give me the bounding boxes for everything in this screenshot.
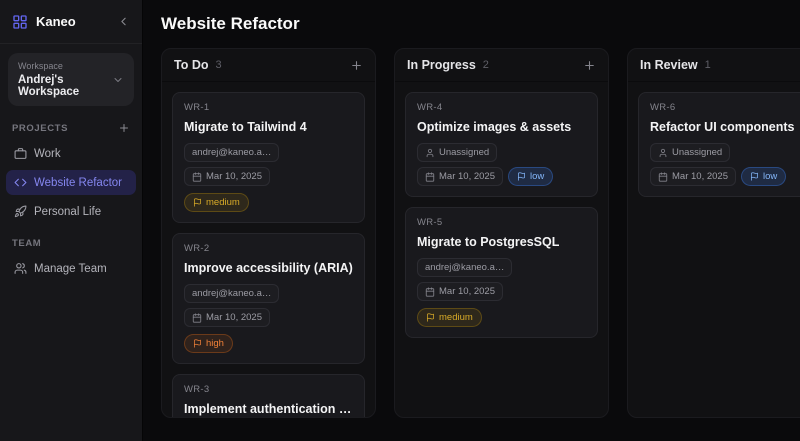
sidebar-item-label: Personal Life [34, 206, 101, 218]
sidebar-item-label: Work [34, 148, 61, 160]
sidebar-item-personal-life[interactable]: Personal Life [6, 199, 136, 224]
calendar-icon [192, 172, 202, 182]
flag-icon [193, 339, 202, 348]
due-date-chip: Mar 10, 2025 [417, 282, 503, 301]
flag-icon [426, 313, 435, 322]
user-icon [658, 148, 668, 158]
column-header: In Progress 2 [395, 49, 608, 82]
task-title: Improve accessibility (ARIA) [184, 261, 353, 275]
app-window: Kaneo Workspace Andrej's Workspace PROJE… [0, 0, 800, 441]
briefcase-icon [14, 147, 27, 160]
workspace-selector[interactable]: Workspace Andrej's Workspace [8, 53, 134, 106]
task-id: WR-3 [184, 384, 353, 395]
flag-icon [193, 198, 202, 207]
calendar-icon [658, 172, 668, 182]
column-name: In Progress [407, 58, 476, 72]
calendar-icon [425, 287, 435, 297]
column-count: 3 [215, 59, 221, 71]
assignee-chip: Unassigned [417, 143, 497, 162]
task-title: Migrate to Tailwind 4 [184, 120, 353, 134]
task-title: Implement authentication … [184, 402, 353, 416]
task-id: WR-5 [417, 217, 586, 228]
team-section-header: TEAM [0, 226, 142, 254]
priority-badge: medium [417, 308, 482, 327]
column-body: WR-4 Optimize images & assets Unassigned… [395, 82, 608, 348]
column-name: In Review [640, 58, 698, 72]
task-card[interactable]: WR-4 Optimize images & assets Unassigned… [405, 92, 598, 197]
team-label: TEAM [12, 238, 41, 249]
sidebar: Kaneo Workspace Andrej's Workspace PROJE… [0, 0, 143, 441]
task-id: WR-2 [184, 243, 353, 254]
workspace-label: Workspace [18, 61, 112, 71]
column-body: WR-6 Refactor UI components Unassigned M… [628, 82, 800, 207]
sidebar-item-work[interactable]: Work [6, 141, 136, 166]
main-content: Website Refactor To Do 3 WR-1 Migrate to… [143, 0, 800, 441]
column-header: To Do 3 [162, 49, 375, 82]
users-icon [14, 262, 27, 275]
task-id: WR-4 [417, 102, 586, 113]
kaneo-logo-icon [12, 14, 28, 30]
rocket-icon [14, 205, 27, 218]
sidebar-header: Kaneo [0, 0, 142, 44]
code-icon [14, 176, 27, 189]
sidebar-item-manage-team[interactable]: Manage Team [6, 256, 136, 281]
add-task-button[interactable] [583, 59, 596, 72]
assignee-chip: andrej@kaneo.a… [184, 284, 279, 303]
priority-badge: high [184, 334, 233, 353]
priority-badge: low [741, 167, 786, 186]
column-in-review: In Review 1 WR-6 Refactor UI components [627, 48, 800, 418]
priority-badge: low [508, 167, 553, 186]
column-header: In Review 1 [628, 49, 800, 82]
sidebar-collapse-button[interactable] [117, 15, 130, 28]
due-date-chip: Mar 10, 2025 [184, 167, 270, 186]
user-icon [425, 148, 435, 158]
due-date-chip: Mar 10, 2025 [184, 308, 270, 327]
kanban-board: To Do 3 WR-1 Migrate to Tailwind 4 andre… [161, 48, 800, 418]
sidebar-item-label: Manage Team [34, 263, 107, 275]
add-project-button[interactable] [118, 122, 130, 134]
assignee-chip: Unassigned [650, 143, 730, 162]
task-card[interactable]: WR-6 Refactor UI components Unassigned M… [638, 92, 800, 197]
priority-badge: medium [184, 193, 249, 212]
calendar-icon [192, 313, 202, 323]
column-count: 2 [483, 59, 489, 71]
due-date-chip: Mar 10, 2025 [650, 167, 736, 186]
column-in-progress: In Progress 2 WR-4 Optimize images & ass… [394, 48, 609, 418]
flag-icon [517, 172, 526, 181]
app-title: Kaneo [36, 14, 76, 29]
sidebar-item-label: Website Refactor [34, 177, 122, 189]
task-title: Optimize images & assets [417, 120, 586, 134]
chevron-down-icon [112, 74, 124, 86]
column-todo: To Do 3 WR-1 Migrate to Tailwind 4 andre… [161, 48, 376, 418]
calendar-icon [425, 172, 435, 182]
workspace-name: Andrej's Workspace [18, 74, 112, 98]
task-card[interactable]: WR-3 Implement authentication … Unassign… [172, 374, 365, 417]
flag-icon [750, 172, 759, 181]
projects-section-header: PROJECTS [0, 110, 142, 139]
task-id: WR-1 [184, 102, 353, 113]
projects-label: PROJECTS [12, 123, 68, 134]
task-card[interactable]: WR-2 Improve accessibility (ARIA) andrej… [172, 233, 365, 364]
task-title: Refactor UI components [650, 120, 800, 134]
column-body: WR-1 Migrate to Tailwind 4 andrej@kaneo.… [162, 82, 375, 417]
task-title: Migrate to PostgresSQL [417, 235, 586, 249]
task-card[interactable]: WR-1 Migrate to Tailwind 4 andrej@kaneo.… [172, 92, 365, 223]
task-id: WR-6 [650, 102, 800, 113]
assignee-chip: andrej@kaneo.a… [184, 143, 279, 162]
column-name: To Do [174, 58, 208, 72]
sidebar-item-website-refactor[interactable]: Website Refactor [6, 170, 136, 195]
assignee-chip: andrej@kaneo.a… [417, 258, 512, 277]
add-task-button[interactable] [350, 59, 363, 72]
task-card[interactable]: WR-5 Migrate to PostgresSQL andrej@kaneo… [405, 207, 598, 338]
due-date-chip: Mar 10, 2025 [417, 167, 503, 186]
column-count: 1 [705, 59, 711, 71]
page-title: Website Refactor [161, 14, 800, 34]
